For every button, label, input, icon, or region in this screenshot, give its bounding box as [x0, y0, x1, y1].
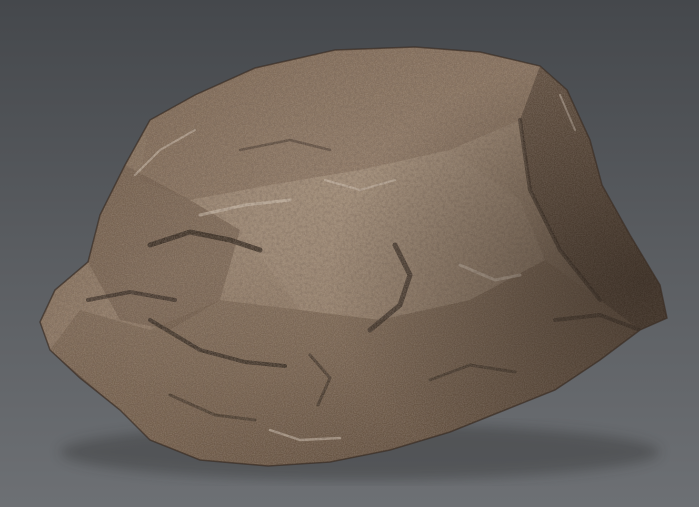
viewport-canvas[interactable]: [0, 0, 699, 507]
3d-viewport[interactable]: [0, 0, 699, 507]
